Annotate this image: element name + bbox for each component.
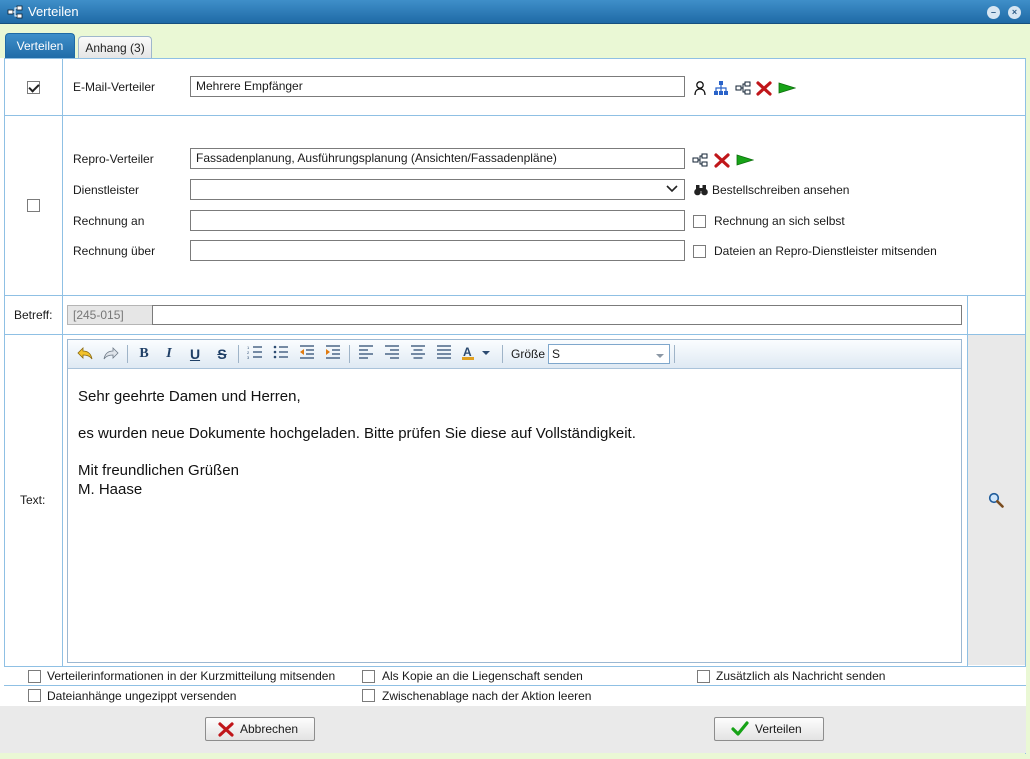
font-size-label: Größe <box>511 347 546 361</box>
window-title: Verteilen <box>28 4 79 19</box>
delete-icon[interactable] <box>756 80 772 96</box>
rechnung-an-label: Rechnung an <box>73 214 145 228</box>
window-border <box>1026 58 1030 759</box>
undo-icon[interactable] <box>75 345 95 363</box>
email-recipients-field[interactable]: Mehrere Empfänger <box>190 76 685 97</box>
distribution-icon[interactable] <box>692 152 708 168</box>
divider <box>4 295 1026 296</box>
rechnung-an-field[interactable] <box>190 210 685 231</box>
rechnung-selbst-label: Rechnung an sich selbst <box>714 214 845 228</box>
distribution-icon <box>7 4 24 23</box>
divider <box>62 58 63 666</box>
divider <box>4 58 1026 59</box>
dateianhaenge-ungezippt-label: Dateianhänge ungezippt versenden <box>47 689 237 703</box>
tab-anhang[interactable]: Anhang (3) <box>78 36 152 59</box>
send-flag-icon[interactable] <box>736 152 755 168</box>
email-enable-checkbox[interactable] <box>27 81 40 94</box>
repro-label: Repro-Verteiler <box>73 152 154 166</box>
divider <box>4 685 1026 686</box>
ordered-list-icon[interactable]: 123 <box>245 345 265 363</box>
repro-distribution-field[interactable]: Fassadenplanung, Ausführungsplanung (Ans… <box>190 148 685 169</box>
bullet-list-icon[interactable] <box>271 345 291 363</box>
italic-icon[interactable]: I <box>159 345 179 363</box>
tab-strip <box>0 24 1030 58</box>
underline-icon[interactable]: U <box>185 345 205 363</box>
kopie-liegenschaft-checkbox[interactable] <box>362 670 375 683</box>
strikethrough-icon[interactable]: S <box>212 345 232 363</box>
zwischenablage-leeren-label: Zwischenablage nach der Aktion leeren <box>382 689 592 703</box>
divider <box>4 58 5 706</box>
indent-icon[interactable] <box>323 345 343 363</box>
footer <box>0 706 1026 753</box>
rechnung-ueber-field[interactable] <box>190 240 685 261</box>
dateianhaenge-ungezippt-checkbox[interactable] <box>28 689 41 702</box>
divider <box>4 115 1026 116</box>
toolbar-separator <box>349 345 350 363</box>
chevron-down-icon[interactable] <box>665 183 679 198</box>
svg-text:A: A <box>463 345 472 359</box>
betreff-input[interactable] <box>152 305 962 325</box>
divider <box>4 334 1026 335</box>
betreff-prefix: [245-015] <box>67 305 153 325</box>
org-chart-icon[interactable] <box>713 80 729 96</box>
title-bar: Verteilen – × <box>0 0 1030 24</box>
betreff-label: Betreff: <box>14 308 53 322</box>
submit-button-label: Verteilen <box>755 722 802 736</box>
editor-line-signature: M. Haase <box>78 481 143 498</box>
toolbar-separator <box>674 345 675 363</box>
font-color-icon[interactable]: A <box>460 345 494 363</box>
tab-verteilen[interactable]: Verteilen <box>5 33 75 59</box>
divider <box>1025 58 1026 754</box>
zwischenablage-leeren-checkbox[interactable] <box>362 689 375 702</box>
close-window-button[interactable]: × <box>1008 6 1021 19</box>
dienstleister-label: Dienstleister <box>73 183 140 197</box>
rechnung-selbst-checkbox[interactable] <box>693 215 706 228</box>
bestellschreiben-link[interactable]: Bestellschreiben ansehen <box>712 183 849 197</box>
delete-icon[interactable] <box>714 152 730 168</box>
binoculars-icon[interactable] <box>693 182 709 198</box>
dateien-mitsenden-checkbox[interactable] <box>693 245 706 258</box>
toolbar-separator <box>502 345 503 363</box>
toolbar-separator <box>238 345 239 363</box>
checkmark-icon <box>731 720 749 745</box>
distribution-icon[interactable] <box>735 80 751 96</box>
font-size-select[interactable]: S <box>548 344 670 364</box>
dienstleister-select[interactable] <box>190 179 685 200</box>
dateien-mitsenden-label: Dateien an Repro-Dienstleister mitsenden <box>714 244 937 258</box>
cancel-button-label: Abbrechen <box>240 722 299 736</box>
bold-icon[interactable]: B <box>134 345 154 363</box>
cancel-button[interactable]: Abbrechen <box>205 717 315 741</box>
rechnung-ueber-label: Rechnung über <box>73 244 156 258</box>
window-border-bottom <box>0 753 1030 759</box>
chevron-down-icon[interactable] <box>655 349 665 363</box>
info-kurzmitteilung-checkbox[interactable] <box>28 670 41 683</box>
editor-line-body: es wurden neue Dokumente hochgeladen. Bi… <box>78 425 636 442</box>
outdent-icon[interactable] <box>297 345 317 363</box>
svg-text:3: 3 <box>247 355 250 359</box>
repro-enable-checkbox[interactable] <box>27 199 40 212</box>
align-left-icon[interactable] <box>356 345 376 363</box>
text-label: Text: <box>20 493 46 507</box>
align-right-icon[interactable] <box>382 345 402 363</box>
redo-icon[interactable] <box>101 345 121 363</box>
search-icon[interactable] <box>988 492 1004 508</box>
align-justify-icon[interactable] <box>434 345 454 363</box>
zusaetzlich-nachricht-label: Zusätzlich als Nachricht senden <box>716 669 886 683</box>
editor-line-closing: Mit freundlichen Grüßen <box>78 462 239 479</box>
info-kurzmitteilung-label: Verteilerinformationen in der Kurzmittei… <box>47 669 336 683</box>
kopie-liegenschaft-label: Als Kopie an die Liegenschaft senden <box>382 669 583 683</box>
close-icon <box>218 721 234 744</box>
send-flag-icon[interactable] <box>778 80 797 96</box>
editor-line-salutation: Sehr geehrte Damen und Herren, <box>78 388 301 405</box>
minimize-button[interactable]: – <box>987 6 1000 19</box>
email-label: E-Mail-Verteiler <box>73 80 156 94</box>
toolbar-separator <box>127 345 128 363</box>
zusaetzlich-nachricht-checkbox[interactable] <box>697 670 710 683</box>
submit-button[interactable]: Verteilen <box>714 717 824 741</box>
person-icon[interactable] <box>692 80 708 96</box>
align-center-icon[interactable] <box>408 345 428 363</box>
